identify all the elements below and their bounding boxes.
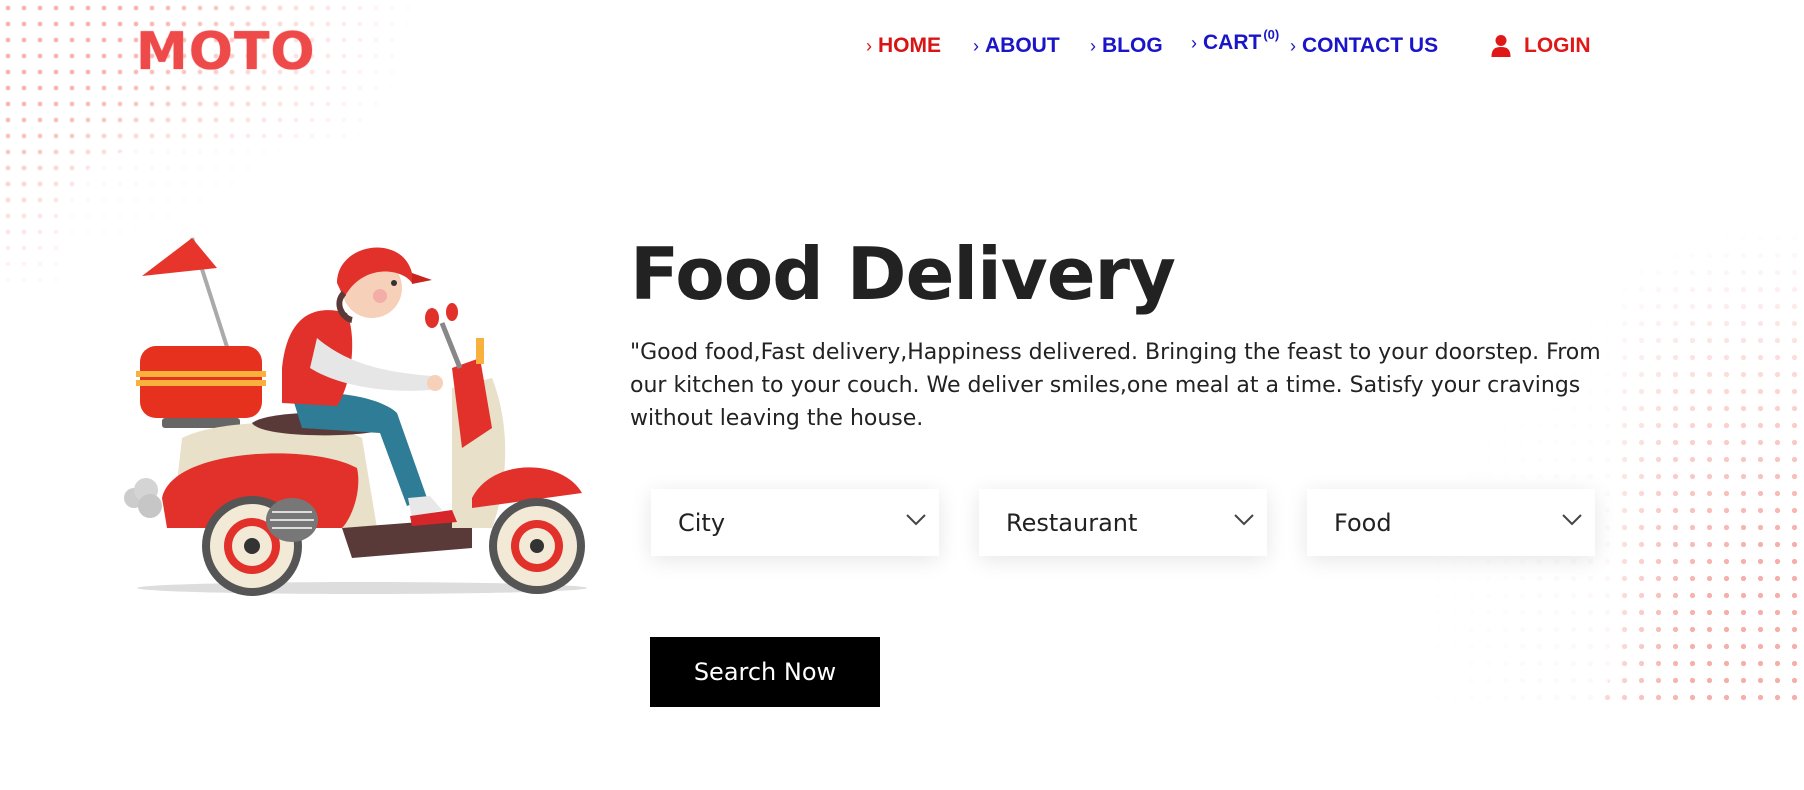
nav-label-cart: CART — [1203, 31, 1262, 54]
cart-count-badge: (0) — [1263, 26, 1280, 42]
nav-link-contact-us[interactable]: › CONTACT US — [1290, 34, 1438, 58]
hero-tagline: "Good food,Fast delivery,Happiness deliv… — [630, 340, 1601, 431]
restaurant-select[interactable]: Restaurant — [979, 489, 1267, 556]
chevron-down-icon — [1234, 514, 1254, 526]
nav-label-about: ABOUT — [985, 34, 1060, 57]
nav-label-contact-us: CONTACT US — [1302, 34, 1439, 57]
login-label: LOGIN — [1524, 34, 1591, 57]
nav-link-blog[interactable]: › BLOG — [1090, 34, 1163, 58]
nav-link-cart[interactable]: › CART (0) — [1191, 27, 1279, 55]
delivery-scooter-illustration — [124, 237, 587, 596]
search-now-button[interactable]: Search Now — [650, 637, 880, 707]
chevron-right-icon: › — [1090, 35, 1096, 56]
food-select[interactable]: Food — [1307, 489, 1595, 556]
nav-label-home: HOME — [878, 34, 941, 57]
chevron-right-icon: › — [1191, 32, 1197, 53]
nav-link-about[interactable]: › ABOUT — [973, 34, 1060, 58]
city-select[interactable]: City — [651, 489, 939, 556]
site-logo[interactable]: MOTO — [136, 22, 316, 82]
chevron-right-icon: › — [866, 35, 872, 56]
hero-title: Food Delivery — [630, 232, 1176, 316]
chevron-down-icon — [906, 514, 926, 526]
login-link[interactable]: LOGIN — [1490, 34, 1591, 58]
nav-label-blog: BLOG — [1102, 34, 1163, 57]
chevron-right-icon: › — [973, 35, 979, 56]
user-icon — [1491, 35, 1511, 57]
restaurant-select-label: Restaurant — [1006, 508, 1138, 537]
chevron-down-icon — [1562, 514, 1582, 526]
chevron-right-icon: › — [1290, 35, 1296, 56]
food-select-label: Food — [1334, 508, 1392, 537]
nav-link-home[interactable]: › HOME — [866, 34, 941, 58]
city-select-label: City — [678, 508, 726, 537]
